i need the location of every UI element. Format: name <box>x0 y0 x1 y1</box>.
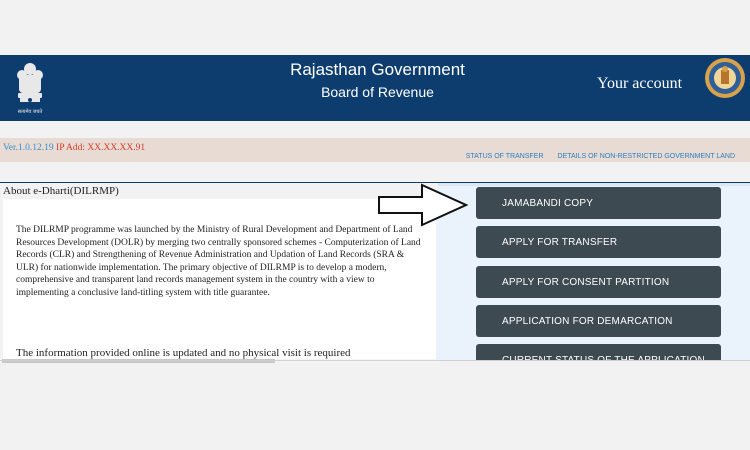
application-status-button[interactable]: CURRENT STATUS OF THE APPLICATION <box>476 344 721 360</box>
demarcation-button[interactable]: APPLICATION FOR DEMARCATION <box>476 305 721 337</box>
about-paragraph-1: The DILRMP programme was launched by the… <box>16 225 421 298</box>
content-bottom-edge <box>0 360 750 361</box>
top-whitespace <box>0 0 750 55</box>
apply-for-transfer-button[interactable]: APPLY FOR TRANSFER <box>476 226 721 258</box>
header-titles: Rajasthan Government Board of Revenue <box>255 59 500 103</box>
site-header: सत्यमेव जयते Rajasthan Government Board … <box>0 55 750 121</box>
about-title: About e-Dharti(DILRMP) <box>3 185 119 197</box>
about-content-box[interactable]: The DILRMP programme was launched by the… <box>3 199 436 359</box>
jamabandi-copy-button[interactable]: JAMABANDI COPY <box>476 187 721 219</box>
board-of-revenue-seal-icon <box>705 58 745 98</box>
info-strip: Ver.1.0.12.19 IP Add: XX.XX.XX.91 STATUS… <box>0 138 750 162</box>
version-info: Ver.1.0.12.19 IP Add: XX.XX.XX.91 <box>3 143 145 153</box>
national-emblem-icon: सत्यमेव जयते <box>17 63 43 115</box>
ip-address: IP Add: XX.XX.XX.91 <box>56 143 146 153</box>
strip-links: STATUS OF TRANSFER DETAILS OF NON-RESTRI… <box>456 145 735 163</box>
site-title: Rajasthan Government <box>290 60 465 79</box>
status-of-transfer-link[interactable]: STATUS OF TRANSFER <box>466 153 544 160</box>
non-restricted-land-link[interactable]: DETAILS OF NON-RESTRICTED GOVERNMENT LAN… <box>558 153 735 160</box>
your-account-link[interactable]: Your account <box>597 75 682 93</box>
about-paragraph-2: The information provided online is updat… <box>16 347 351 359</box>
site-subtitle: Board of Revenue <box>321 84 434 100</box>
services-panel: JAMABANDI COPY APPLY FOR TRANSFER APPLY … <box>436 186 750 360</box>
version-number: Ver.1.0.12.19 <box>3 143 54 153</box>
svg-text:सत्यमेव जयते: सत्यमेव जयते <box>18 108 43 115</box>
consent-partition-button[interactable]: APPLY FOR CONSENT PARTITION <box>476 266 721 298</box>
pointer-arrow-icon <box>378 183 468 227</box>
